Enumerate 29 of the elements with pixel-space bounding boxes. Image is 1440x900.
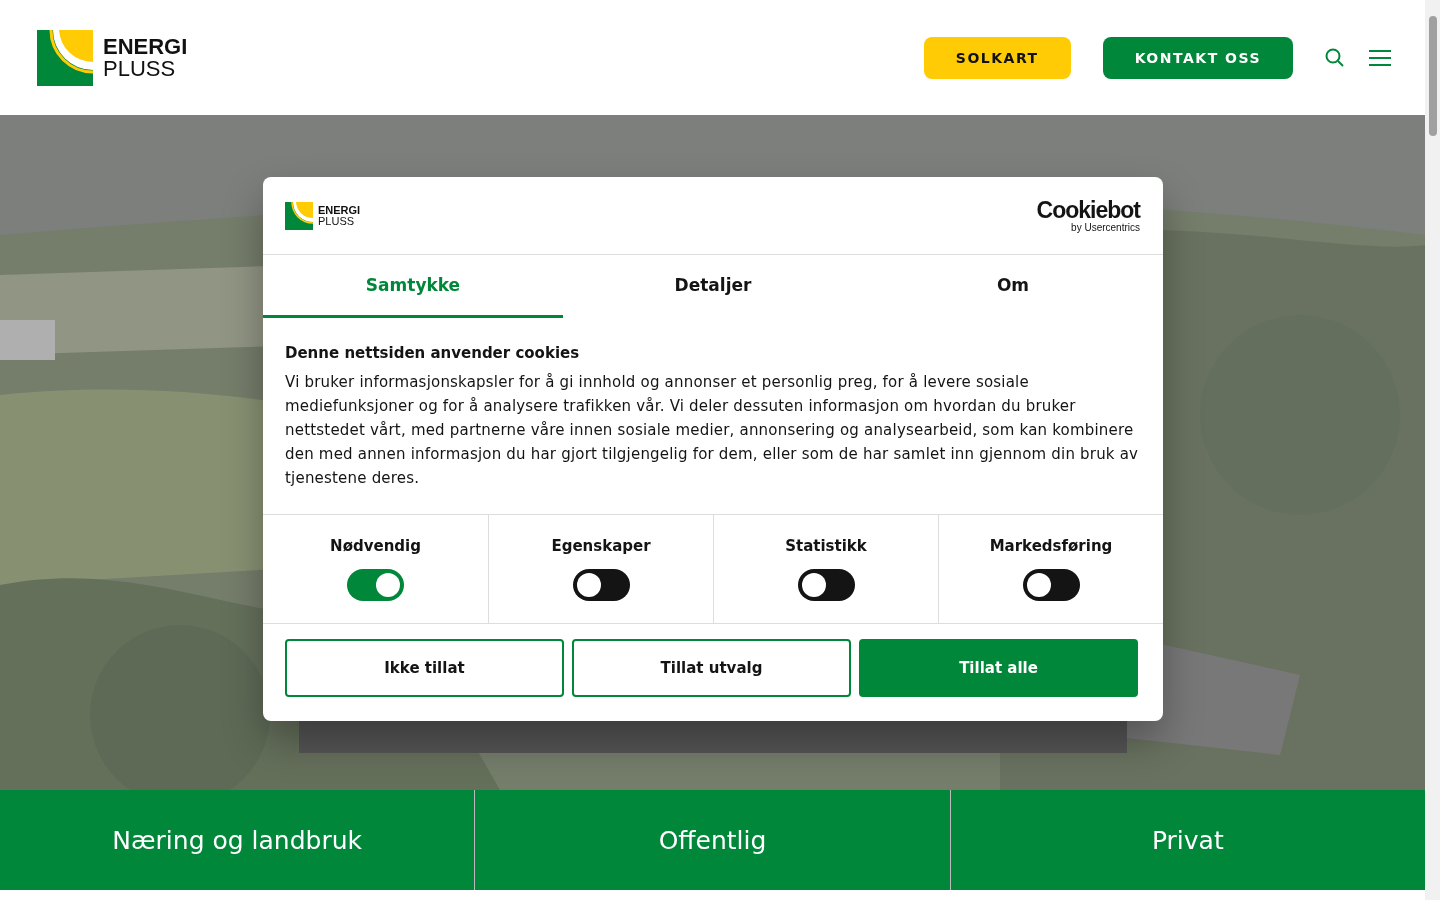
menu-icon[interactable] [1369,49,1391,66]
toggle-switch[interactable] [797,569,855,601]
toggle-label: Nødvendig [330,537,421,555]
dialog-tab[interactable]: Samtykke [263,255,563,318]
consent-button[interactable]: Ikke tillat [285,639,564,697]
toggle-switch[interactable] [347,569,404,601]
dialog-heading: Denne nettsiden anvender cookies [285,344,581,362]
search-icon[interactable] [1325,47,1345,68]
consent-button[interactable]: Tillat alle [859,639,1138,697]
toggle-switch[interactable] [572,569,630,601]
header-button[interactable]: KONTAKT OSS [1102,36,1293,79]
toggle-label: Markedsføring [989,537,1113,555]
provider-byline: by Usercentrics [1071,221,1140,233]
provider-name: Cookiebot [1036,198,1140,222]
dialog-text: Vi bruker informasjonskapsler for å gi innhold og annonser et personlig preg, for å levere sosiale mediefunksjoner og for å analysere trafikken vår. Vi deler dessuten informasjon om hvordan du bruker nettstedet vårt, med partnerne våre innen sosiale medier, annonsering og analysearbeid, som kan kombinere den med annen informasjon du har gjort tilgjengelig for dem, eller som de har samlet inn gjennom din bruk av tjenestene deres. [285,372,1140,489]
logo-text: ENERGI PLUSS [318,204,361,227]
toggle-switch[interactable] [1022,569,1080,601]
consent-button[interactable]: Tillat utvalg [572,639,851,697]
toggle-label: Statistikk [785,537,867,555]
logo-icon [37,29,93,86]
logo-text: ENERGI PLUSS [103,35,188,80]
category-link[interactable]: Offentlig [475,790,950,890]
dialog-tab[interactable]: Om [863,255,1163,318]
header-button[interactable]: SOLKART [923,36,1071,79]
category-link[interactable]: Næring og landbruk [0,790,475,890]
scrollbar-thumb[interactable] [1428,16,1437,136]
logo-icon [285,201,313,230]
category-link[interactable]: Privat [950,790,1425,890]
toggle-label: Egenskaper [551,537,651,555]
